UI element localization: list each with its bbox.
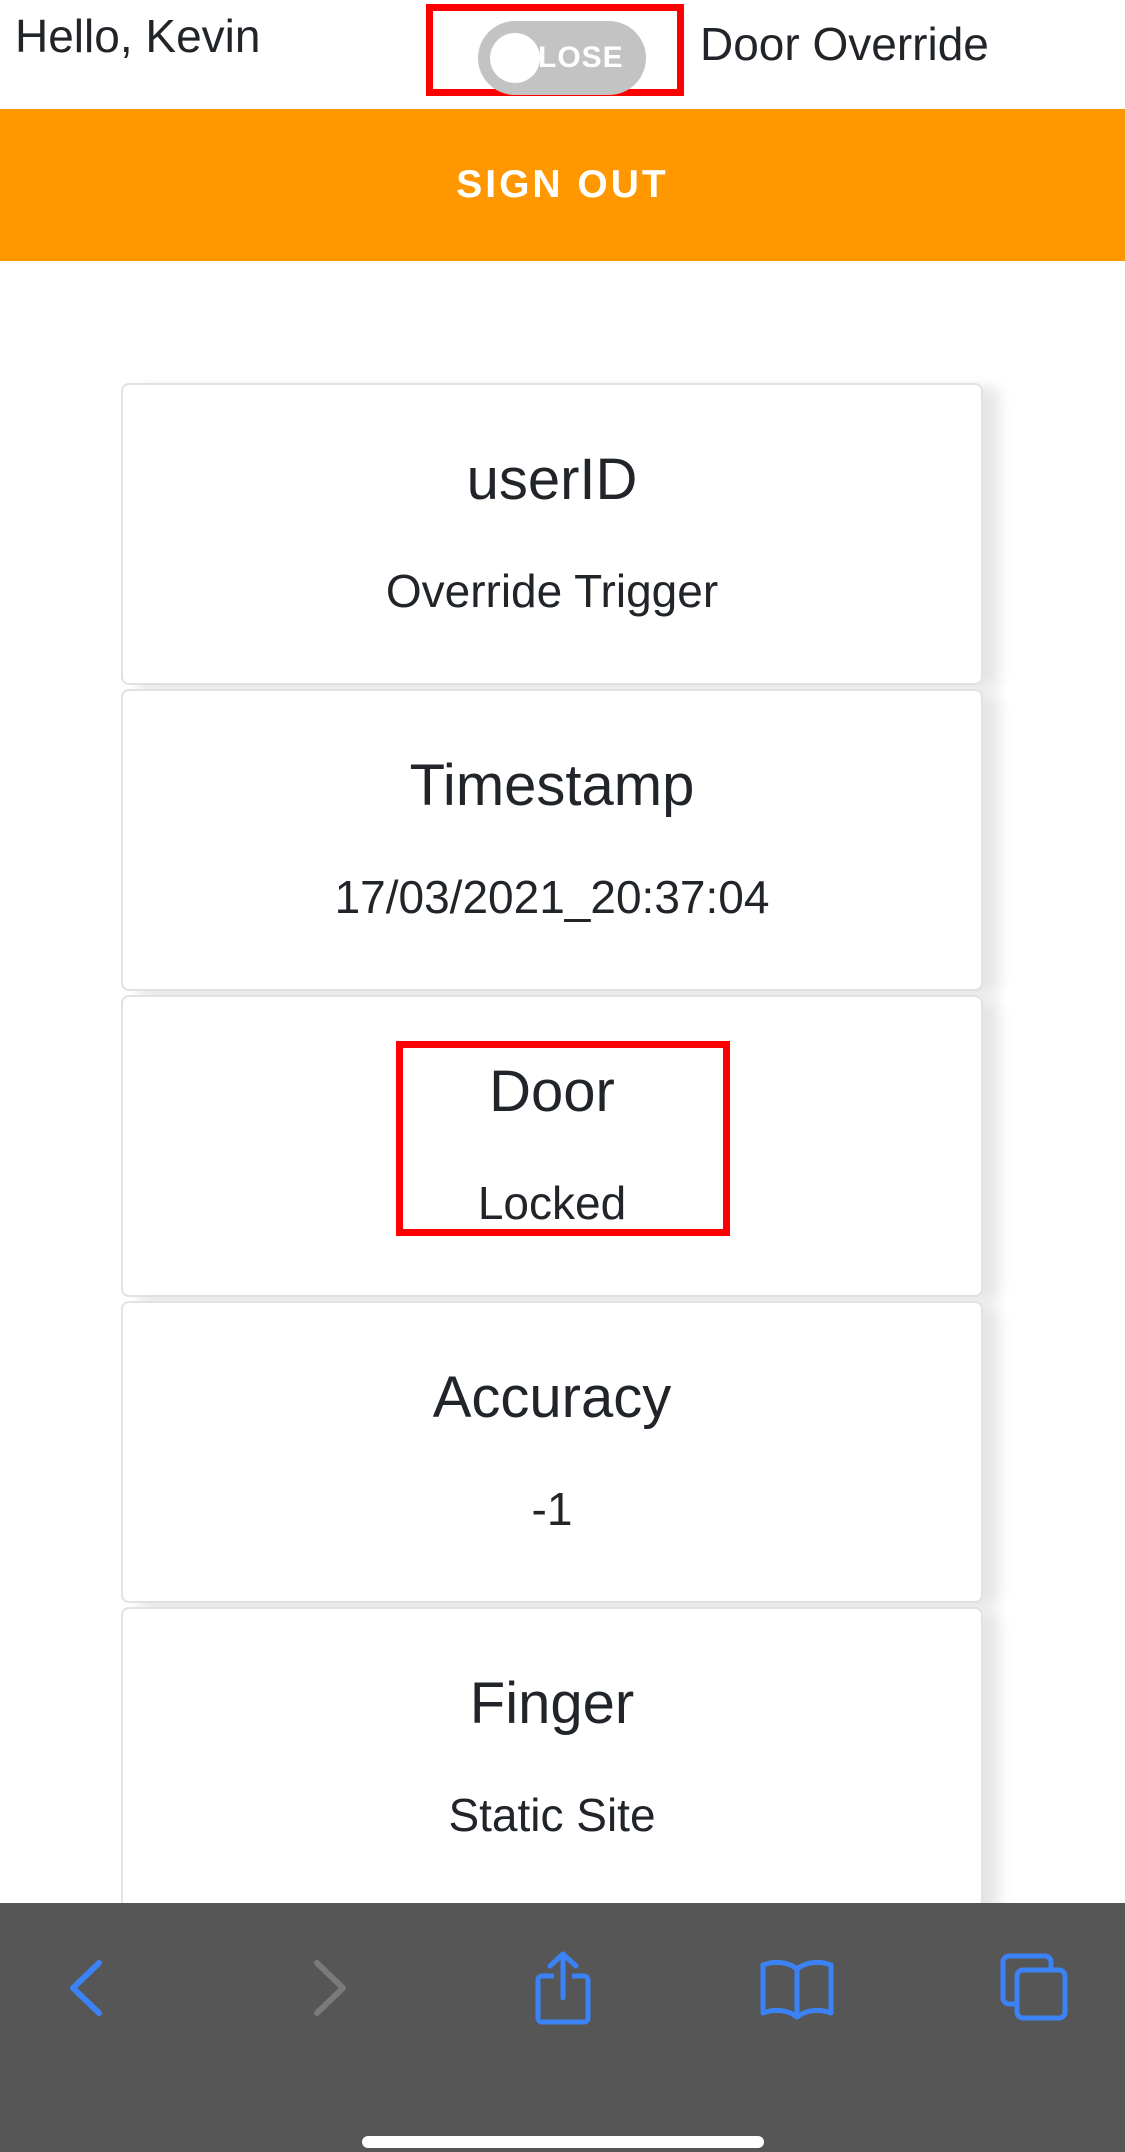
card-title: Accuracy bbox=[432, 1365, 672, 1430]
bookmarks-icon[interactable] bbox=[752, 1943, 842, 2033]
card-value: 17/03/2021_20:37:04 bbox=[334, 871, 770, 923]
card-value: Override Trigger bbox=[385, 565, 719, 617]
browser-toolbar bbox=[0, 1903, 1125, 2152]
card-finger: Finger Static Site bbox=[121, 1607, 983, 1909]
card-title: Finger bbox=[469, 1671, 635, 1736]
door-override-label: Door Override bbox=[700, 18, 989, 70]
card-timestamp: Timestamp 17/03/2021_20:37:04 bbox=[121, 689, 983, 991]
info-cards: userID Override Trigger Timestamp 17/03/… bbox=[121, 383, 1006, 1913]
card-userid: userID Override Trigger bbox=[121, 383, 983, 685]
card-title: Door bbox=[489, 1059, 615, 1124]
toggle-label: LOSE bbox=[538, 41, 624, 74]
tabs-icon[interactable] bbox=[990, 1943, 1080, 2033]
greeting-text: Hello, Kevin bbox=[15, 10, 261, 62]
card-title: Timestamp bbox=[409, 753, 695, 818]
sign-out-button[interactable]: SIGN OUT bbox=[0, 109, 1125, 261]
card-accuracy: Accuracy -1 bbox=[121, 1301, 983, 1603]
card-value: Static Site bbox=[448, 1789, 656, 1841]
back-icon[interactable] bbox=[42, 1943, 132, 2033]
home-indicator[interactable] bbox=[362, 2136, 764, 2148]
card-door: Door Locked bbox=[121, 995, 983, 1297]
toggle-knob[interactable] bbox=[490, 33, 540, 83]
header: Hello, Kevin LOSE Door Override bbox=[0, 0, 1125, 109]
card-value: -1 bbox=[531, 1483, 573, 1535]
forward-icon[interactable] bbox=[284, 1943, 374, 2033]
door-override-toggle[interactable]: LOSE bbox=[478, 21, 646, 95]
card-title: userID bbox=[466, 447, 638, 512]
toggle-highlight-box: LOSE bbox=[426, 4, 684, 96]
card-value: Locked bbox=[477, 1177, 627, 1229]
share-icon[interactable] bbox=[518, 1943, 608, 2033]
